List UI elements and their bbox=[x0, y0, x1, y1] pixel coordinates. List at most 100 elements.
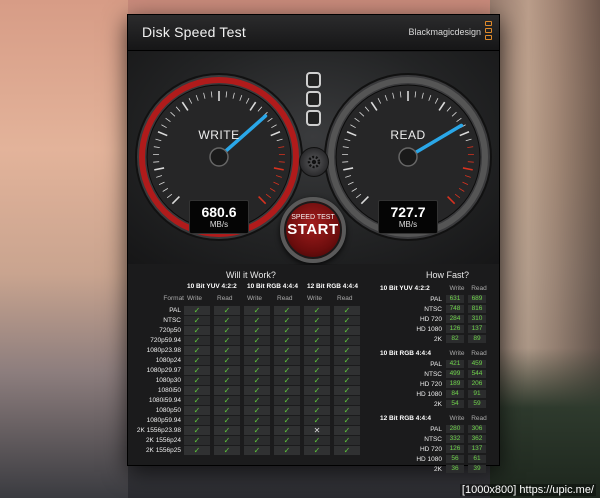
check-icon: ✓ bbox=[184, 375, 210, 385]
read-fps-value: 306 bbox=[468, 425, 486, 433]
app-window: Disk Speed Test Blackmagicdesign WRITE 6… bbox=[127, 14, 500, 473]
check-icon: ✓ bbox=[184, 315, 210, 325]
check-icon: ✓ bbox=[214, 345, 240, 355]
check-icon: ✓ bbox=[274, 395, 300, 405]
format-label: 2K 1556p24 bbox=[145, 436, 181, 444]
check-icon: ✓ bbox=[244, 405, 270, 415]
resolution-label: HD 720 bbox=[419, 380, 442, 388]
write-speed-unit: MB/s bbox=[209, 220, 229, 229]
check-icon: ✓ bbox=[274, 365, 300, 375]
write-column-header: Write bbox=[449, 350, 465, 357]
check-icon: ✓ bbox=[214, 435, 240, 445]
check-icon: ✓ bbox=[274, 325, 300, 335]
wallpaper-trees bbox=[490, 348, 600, 498]
section-header: 10 Bit RGB 4:4:4 Write Read bbox=[380, 348, 494, 359]
read-fps-value: 137 bbox=[468, 325, 486, 333]
table-row: 2K 36 39 bbox=[380, 464, 494, 474]
check-icon: ✓ bbox=[244, 415, 270, 425]
table-row: NTSC 748 816 bbox=[380, 304, 494, 314]
table-row: 1080p59.94 ✓ ✓ ✓ ✓ ✓ ✓ bbox=[134, 415, 370, 425]
settings-slots[interactable] bbox=[306, 72, 322, 132]
check-icon: ✓ bbox=[304, 445, 330, 455]
settings-button[interactable] bbox=[299, 147, 329, 177]
check-icon: ✓ bbox=[334, 365, 360, 375]
resolution-label: NTSC bbox=[424, 435, 442, 443]
read-column-header: Read bbox=[217, 295, 233, 302]
check-icon: ✓ bbox=[214, 355, 240, 365]
write-fps-value: 499 bbox=[446, 370, 464, 378]
check-icon: ✓ bbox=[274, 305, 300, 315]
read-fps-value: 689 bbox=[468, 295, 486, 303]
check-icon: ✓ bbox=[274, 355, 300, 365]
check-icon: ✓ bbox=[214, 405, 240, 415]
section-title: 12 Bit RGB 4:4:4 bbox=[380, 415, 431, 422]
section-title: 10 Bit YUV 4:2:2 bbox=[380, 285, 430, 292]
check-icon: ✓ bbox=[304, 365, 330, 375]
group-header: 10 Bit RGB 4:4:4 bbox=[247, 283, 298, 290]
check-icon: ✓ bbox=[304, 415, 330, 425]
table-row: HD 720 189 206 bbox=[380, 379, 494, 389]
table-row: 2K 1556p24 ✓ ✓ ✓ ✓ ✓ ✓ bbox=[134, 435, 370, 445]
title-bar[interactable]: Disk Speed Test Blackmagicdesign bbox=[128, 15, 499, 51]
gauge-hub bbox=[398, 147, 418, 167]
resolution-label: NTSC bbox=[424, 370, 442, 378]
read-gauge: READ 727.7 MB/s bbox=[323, 72, 493, 242]
table-row: HD 1080 126 137 bbox=[380, 324, 494, 334]
check-icon: ✓ bbox=[334, 325, 360, 335]
check-icon: ✓ bbox=[304, 335, 330, 345]
check-icon: ✓ bbox=[214, 325, 240, 335]
check-icon: ✓ bbox=[274, 315, 300, 325]
table-row: 1080p50 ✓ ✓ ✓ ✓ ✓ ✓ bbox=[134, 405, 370, 415]
resolution-label: HD 1080 bbox=[416, 455, 442, 463]
format-label: 2K 1556p25 bbox=[145, 446, 181, 454]
read-fps-value: 206 bbox=[468, 380, 486, 388]
format-label: 1080p23.98 bbox=[146, 346, 181, 354]
table-row: 1080i50 ✓ ✓ ✓ ✓ ✓ ✓ bbox=[134, 385, 370, 395]
resolution-label: 2K bbox=[434, 465, 442, 473]
gear-icon bbox=[307, 155, 321, 169]
check-icon: ✓ bbox=[184, 435, 210, 445]
table-row: HD 1080 56 61 bbox=[380, 454, 494, 464]
cross-icon: ✕ bbox=[304, 425, 330, 435]
gauge-hub bbox=[209, 147, 229, 167]
write-fps-value: 284 bbox=[446, 315, 464, 323]
check-icon: ✓ bbox=[334, 425, 360, 435]
check-icon: ✓ bbox=[274, 335, 300, 345]
check-icon: ✓ bbox=[244, 305, 270, 315]
start-button[interactable]: SPEED TEST START bbox=[280, 197, 346, 263]
check-icon: ✓ bbox=[334, 405, 360, 415]
write-fps-value: 748 bbox=[446, 305, 464, 313]
check-icon: ✓ bbox=[184, 325, 210, 335]
section-header: 10 Bit YUV 4:2:2 Write Read bbox=[380, 283, 494, 294]
write-column-header: Write bbox=[449, 285, 465, 292]
check-icon: ✓ bbox=[304, 315, 330, 325]
slot-indicator bbox=[306, 91, 321, 107]
check-icon: ✓ bbox=[304, 395, 330, 405]
check-icon: ✓ bbox=[184, 405, 210, 415]
check-icon: ✓ bbox=[214, 335, 240, 345]
read-fps-value: 91 bbox=[468, 390, 486, 398]
slot-indicator bbox=[306, 72, 321, 88]
format-column-header: Format bbox=[163, 295, 184, 302]
check-icon: ✓ bbox=[244, 385, 270, 395]
check-icon: ✓ bbox=[274, 405, 300, 415]
check-icon: ✓ bbox=[214, 305, 240, 315]
table-row: HD 720 126 137 bbox=[380, 444, 494, 454]
format-group-headers: 10 Bit YUV 4:2:2 10 Bit RGB 4:4:4 12 Bit… bbox=[134, 283, 370, 295]
write-fps-value: 82 bbox=[446, 335, 464, 343]
write-fps-value: 126 bbox=[446, 445, 464, 453]
format-label: 720p59.94 bbox=[150, 336, 181, 344]
check-icon: ✓ bbox=[304, 435, 330, 445]
table-row: PAL 280 306 bbox=[380, 424, 494, 434]
table-row: 1080p24 ✓ ✓ ✓ ✓ ✓ ✓ bbox=[134, 355, 370, 365]
check-icon: ✓ bbox=[274, 385, 300, 395]
check-icon: ✓ bbox=[304, 325, 330, 335]
check-icon: ✓ bbox=[184, 385, 210, 395]
check-icon: ✓ bbox=[274, 345, 300, 355]
write-readout: 680.6 MB/s bbox=[189, 200, 249, 234]
check-icon: ✓ bbox=[214, 425, 240, 435]
check-icon: ✓ bbox=[244, 315, 270, 325]
table-row: 2K 82 89 bbox=[380, 334, 494, 344]
format-label: 1080p59.94 bbox=[146, 416, 181, 424]
read-column-header: Read bbox=[337, 295, 353, 302]
